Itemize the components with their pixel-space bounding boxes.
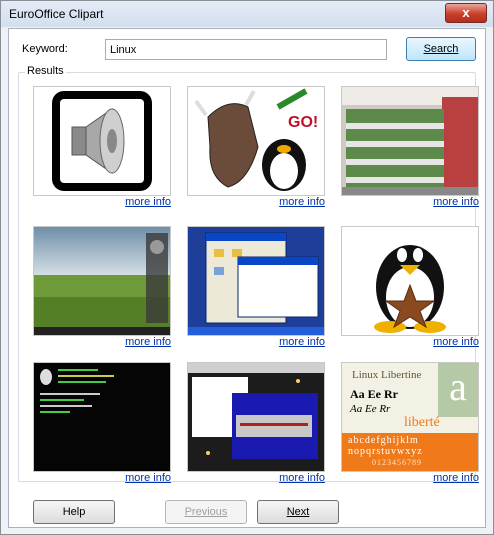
terminal-screenshot-thumbnail[interactable] (33, 362, 171, 472)
previous-button-label: Previous (184, 506, 228, 518)
help-button[interactable]: Help (33, 500, 115, 524)
more-info-link[interactable]: more info (433, 196, 479, 208)
window-title: EuroOffice Clipart (9, 7, 104, 21)
more-info-link[interactable]: more info (433, 472, 479, 484)
search-button[interactable]: Search (406, 37, 476, 61)
libertine-big-letter: a (438, 363, 478, 417)
tux-barnstar-clipart-thumbnail[interactable] (341, 226, 479, 336)
previous-button[interactable]: Previous (165, 500, 247, 524)
more-info-link[interactable]: more info (125, 472, 171, 484)
more-info-link[interactable]: more info (433, 336, 479, 348)
clipart-dialog: EuroOffice Clipart x Keyword: Search Res… (0, 0, 494, 535)
close-button[interactable]: x (445, 3, 487, 23)
libertine-lowercase-2: nopqrstuvwxyz (348, 446, 423, 457)
dialog-body: Keyword: Search Results mo (8, 28, 486, 528)
keyword-label: Keyword: (22, 43, 68, 55)
libertine-line-1: Aa Ee Rr (350, 387, 398, 401)
next-button-label: Next (286, 506, 310, 518)
libertine-line-2: Aa Ee Rr (350, 403, 391, 415)
windows-desktop-screenshot-thumbnail[interactable] (187, 226, 325, 336)
more-info-link[interactable]: more info (125, 196, 171, 208)
speaker-clipart-thumbnail[interactable] (33, 86, 171, 196)
libertine-title: Linux Libertine (352, 369, 422, 381)
libertine-word: liberté (404, 415, 440, 430)
store-display-photo-thumbnail[interactable] (341, 86, 479, 196)
libertine-lowercase-1: abcdefghijklm (348, 435, 419, 446)
gnu-linux-go-clipart-thumbnail[interactable]: GO! (187, 86, 325, 196)
desktop-field-screenshot-thumbnail[interactable] (33, 226, 171, 336)
next-button[interactable]: Next (257, 500, 339, 524)
more-info-link[interactable]: more info (279, 196, 325, 208)
help-button-label: Help (62, 506, 86, 518)
keyword-input[interactable] (105, 39, 387, 60)
libertine-digits: 0123456789 (372, 458, 422, 467)
linux-libertine-sample-thumbnail[interactable]: Linux Libertine Aa Ee Rr Aa Ee Rr a libe… (341, 362, 479, 472)
libertine-orange-band: abcdefghijklm nopqrstuvwxyz 0123456789 (342, 433, 478, 471)
title-bar: EuroOffice Clipart x (1, 1, 493, 27)
search-button-label: Search (423, 43, 459, 55)
results-label: Results (25, 65, 66, 77)
results-group: Results more info GO! more info more inf… (18, 65, 479, 484)
more-info-link[interactable]: more info (279, 336, 325, 348)
installer-screenshot-thumbnail[interactable] (187, 362, 325, 472)
svg-text:GO!: GO! (288, 114, 318, 131)
more-info-link[interactable]: more info (279, 472, 325, 484)
more-info-link[interactable]: more info (125, 336, 171, 348)
